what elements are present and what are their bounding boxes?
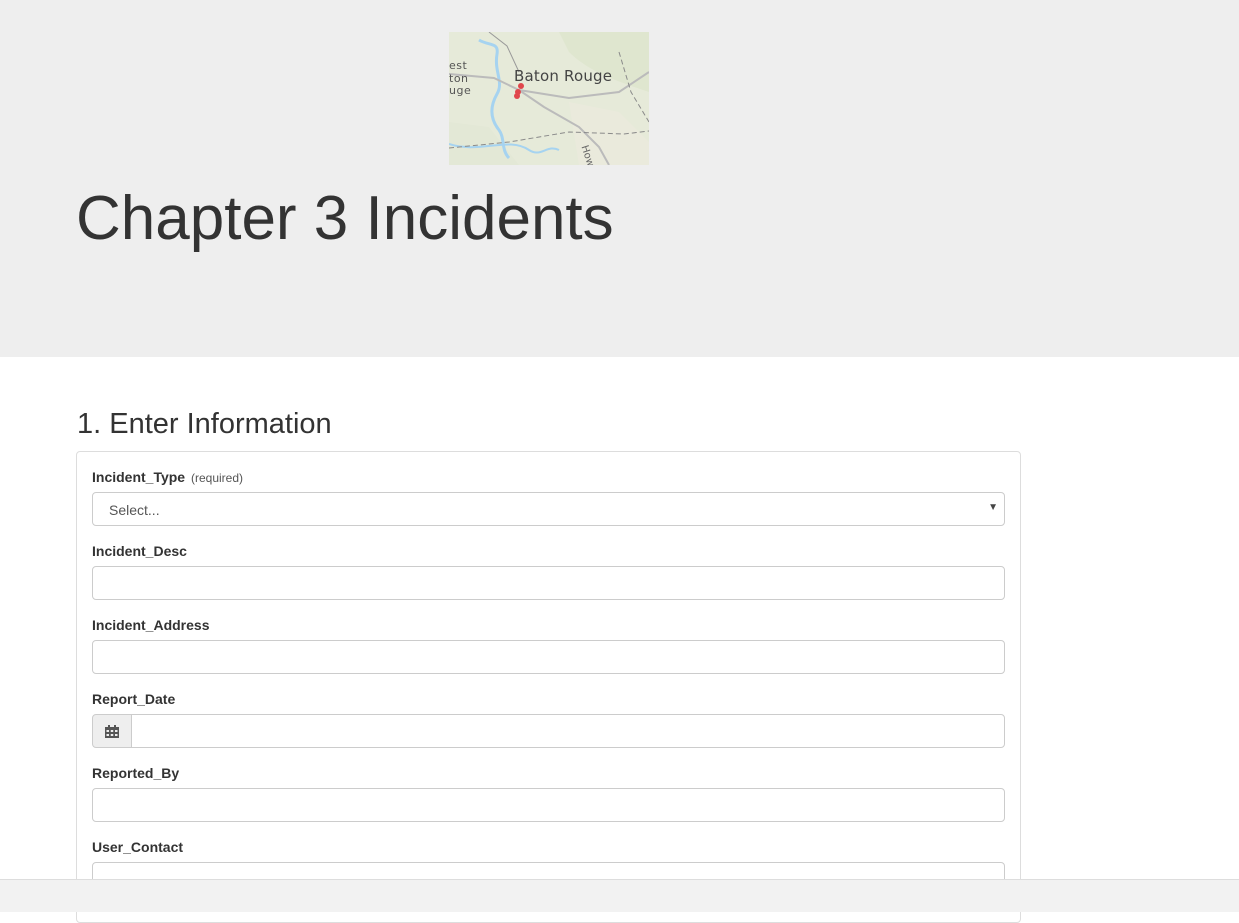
calendar-icon <box>105 725 119 738</box>
section-title: 1. Enter Information <box>77 408 332 440</box>
report-date-input[interactable] <box>131 714 1005 748</box>
map-partial-label: est ton uge <box>449 59 472 97</box>
required-note: (required) <box>190 471 244 485</box>
map-thumbnail[interactable]: Baton Rouge est ton uge How <box>449 32 649 165</box>
chevron-down-icon: ▼ <box>988 502 998 513</box>
map-city-label: Baton Rouge <box>514 67 613 85</box>
incident-type-label: Incident_Type (required) <box>92 469 244 485</box>
map-image <box>449 32 649 165</box>
incident-type-selected-value: Select... <box>109 502 160 518</box>
incident-address-label: Incident_Address <box>92 617 210 633</box>
form-panel: Incident_Type (required) Select... ▼ Inc… <box>76 451 1021 923</box>
bottom-bar <box>0 879 1239 912</box>
report-date-group <box>92 714 1005 748</box>
date-picker-button[interactable] <box>92 714 132 748</box>
reported-by-input[interactable] <box>92 788 1005 822</box>
incident-marker <box>514 93 520 99</box>
incident-type-select[interactable]: Select... ▼ <box>92 492 1005 526</box>
page-title: Chapter 3 Incidents <box>76 184 614 253</box>
user-contact-label: User_Contact <box>92 839 184 855</box>
reported-by-label: Reported_By <box>92 765 180 781</box>
incident-desc-label: Incident_Desc <box>92 543 187 559</box>
incident-desc-input[interactable] <box>92 566 1005 600</box>
report-date-label: Report_Date <box>92 691 176 707</box>
page-header: Baton Rouge est ton uge How Chapter 3 In… <box>0 0 1239 357</box>
incident-address-input[interactable] <box>92 640 1005 674</box>
